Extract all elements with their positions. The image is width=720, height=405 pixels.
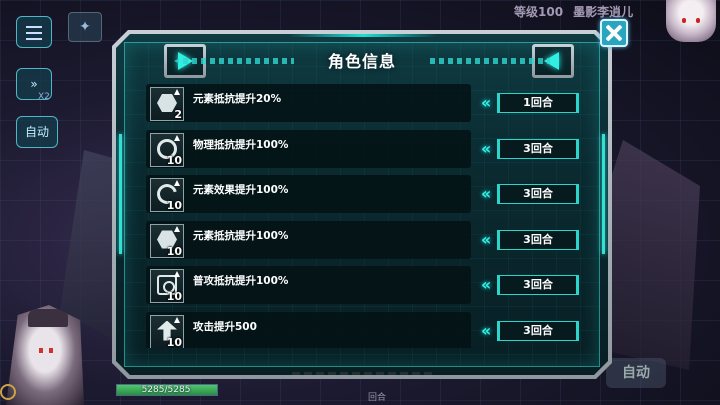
effect-stack-count: 2	[174, 108, 182, 121]
fast-forward-icon: »	[30, 77, 38, 91]
auto-button[interactable]: 自动	[16, 116, 58, 148]
effect-row[interactable]: 10 普攻抵抗提升100% ‹‹ 3回合	[146, 266, 591, 312]
arrow-up-icon	[174, 180, 180, 186]
effect-stack-count: 10	[166, 290, 182, 303]
effect-icon-frame[interactable]: 2	[150, 87, 184, 121]
panel-title: 角色信息	[327, 52, 396, 71]
effect-icon-frame[interactable]: 10	[150, 314, 184, 349]
double-chevron-left-icon: ‹‹	[481, 93, 491, 112]
player-level: 等级100	[514, 5, 564, 19]
effect-row[interactable]: 10 物理抵抗提升100% ‹‹ 3回合	[146, 129, 591, 176]
effect-duration: 3回合	[497, 275, 579, 295]
effect-name: 攻击提升500	[193, 320, 257, 333]
effect-name: 物理抵抗提升100%	[193, 138, 289, 151]
menu-icon	[26, 26, 42, 28]
effect-list[interactable]: 2 元素抵抗提升20% ‹‹ 1回合 10 物理抵抗提升100% ‹‹ 3回合 10 元素效果提升…	[146, 84, 591, 348]
effect-stack-count: 10	[166, 153, 182, 167]
effect-name: 元素抵抗提升20%	[193, 93, 282, 105]
double-chevron-left-icon: ‹‹	[481, 320, 491, 340]
bottom-auto-button[interactable]: 自动	[606, 358, 666, 388]
effect-duration: 1回合	[497, 93, 579, 113]
player-name: 墨影李逍儿	[573, 5, 634, 19]
enemy-avatar	[666, 0, 716, 42]
arrow-up-icon	[174, 225, 180, 232]
effect-stack-count: 10	[166, 335, 182, 349]
top-player-info: 等级100 墨影李逍儿	[514, 3, 633, 20]
effect-duration: 3回合	[497, 138, 579, 159]
effect-stack-count: 10	[166, 244, 182, 258]
effect-row[interactable]: 10 元素抵抗提升100% ‹‹ 3回合	[146, 220, 591, 267]
effect-row[interactable]: 10 攻击提升500 ‹‹ 3回合	[146, 311, 591, 349]
menu-button[interactable]	[16, 16, 52, 48]
effect-duration: 3回合	[497, 229, 579, 250]
skill-slot-icon[interactable]: ✦	[68, 12, 102, 42]
speed-multiplier: X2	[38, 92, 50, 102]
arrow-up-icon	[174, 89, 180, 95]
effect-row[interactable]: 2 元素抵抗提升20% ‹‹ 1回合	[146, 84, 591, 130]
double-chevron-left-icon: ‹‹	[481, 229, 491, 249]
double-chevron-left-icon: ‹‹	[481, 275, 491, 294]
double-chevron-left-icon: ‹‹	[481, 184, 491, 203]
bottom-turn-label: 回合	[368, 393, 387, 403]
effect-row[interactable]: 10 元素效果提升100% ‹‹ 3回合	[146, 175, 591, 221]
effect-icon-frame[interactable]: 10	[150, 223, 184, 258]
effect-duration: 3回合	[497, 320, 579, 341]
effect-stack-count: 10	[166, 199, 182, 212]
effect-duration: 3回合	[497, 184, 579, 204]
arrow-up-icon	[174, 271, 180, 277]
effect-name: 元素抵抗提升100%	[193, 229, 289, 242]
arrow-up-icon	[174, 134, 180, 141]
effect-name: 元素效果提升100%	[193, 184, 289, 196]
effect-icon-frame[interactable]: 10	[150, 132, 184, 167]
double-chevron-left-icon: ‹‹	[481, 138, 491, 158]
effect-name: 普攻抵抗提升100%	[193, 275, 289, 287]
close-button[interactable]	[600, 19, 628, 47]
magnify-icon[interactable]	[0, 384, 16, 400]
effect-icon-frame[interactable]: 10	[150, 178, 184, 212]
arrow-up-icon	[174, 316, 180, 323]
player-avatar[interactable]	[6, 305, 84, 405]
effect-icon-frame[interactable]: 10	[150, 269, 184, 303]
hp-text: 5285/5285	[141, 385, 191, 395]
panel-header: 角色信息	[170, 44, 554, 74]
